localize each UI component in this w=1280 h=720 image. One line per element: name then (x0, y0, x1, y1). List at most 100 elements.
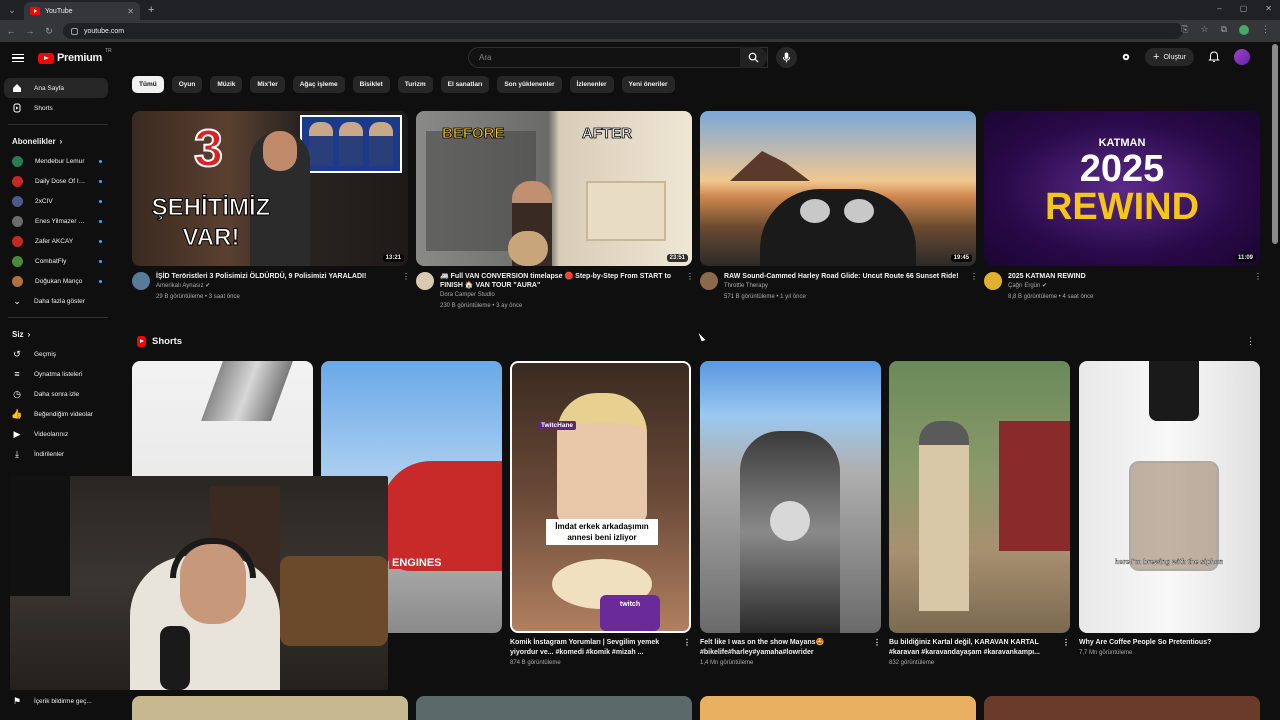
short-title[interactable]: Why Are Coffee People So Pretentious? (1079, 638, 1260, 648)
install-app-icon[interactable]: ⎘ (1181, 24, 1188, 35)
video-card[interactable]: KATMAN 2025 REWIND 11:09 2025 KATMAN REW… (984, 111, 1262, 303)
video-title[interactable]: 2025 KATMAN REWIND (1008, 272, 1248, 281)
channel-avatar[interactable] (984, 272, 1002, 290)
short-card[interactable]: Felt like I was on the show Mayans🤩 #bik… (700, 361, 881, 666)
back-icon[interactable]: ← (3, 26, 19, 36)
sidebar-item-home[interactable]: Ana Sayfa (4, 78, 108, 98)
browser-menu-icon[interactable]: ⋮ (1261, 24, 1270, 35)
chip-10[interactable]: Yeni öneriler (621, 76, 675, 93)
sidebar-item-like[interactable]: 👍 Beğendiğim videolar (4, 404, 108, 424)
video-card[interactable]: 3 ŞEHİTİMİZ VAR! 13:21 İŞİD Teröristleri… (132, 111, 410, 303)
subscription-item[interactable]: 2xCIV (4, 191, 108, 211)
more-options-icon[interactable]: ⋮ (402, 272, 410, 303)
sidebar-item-shorts[interactable]: Shorts (4, 98, 108, 118)
short-thumbnail[interactable]: here I'm brewing with the siphon (1079, 361, 1260, 633)
channel-name[interactable]: Çağrı Ergün (1008, 283, 1040, 289)
create-button[interactable]: + Oluştur (1145, 48, 1194, 66)
gear-icon[interactable] (1121, 52, 1131, 62)
address-bar[interactable]: youtube.com (63, 23, 1183, 39)
short-title[interactable]: Felt like I was on the show Mayans🤩 #bik… (700, 638, 881, 658)
more-options-icon[interactable]: ⋮ (1254, 272, 1262, 303)
extensions-icon[interactable]: ⧉ (1221, 24, 1227, 35)
more-options-icon[interactable]: ⋮ (683, 638, 691, 648)
short-thumbnail[interactable]: TwitcHane İmdat erkek arkadaşımın annesi… (510, 361, 691, 633)
channel-avatar[interactable] (700, 272, 718, 290)
more-options-icon[interactable]: ⋮ (686, 272, 694, 312)
forward-icon[interactable]: → (22, 26, 38, 36)
video-thumbnail-partial[interactable] (132, 696, 408, 720)
channel-name[interactable]: Throttle Therapy (724, 281, 964, 292)
search-input[interactable]: Ara (468, 47, 768, 68)
browser-profile-icon[interactable] (1239, 24, 1249, 35)
more-options-icon[interactable]: ⋮ (873, 638, 881, 648)
video-thumbnail[interactable]: KATMAN 2025 REWIND 11:09 (984, 111, 1260, 266)
channel-name[interactable]: Amerikalı Aynasız (156, 283, 204, 289)
subscription-item[interactable]: CombatFly (4, 251, 108, 271)
short-title[interactable]: Komik İnstagram Yorumları | Sevgilim yem… (510, 638, 691, 658)
browser-tab[interactable]: YouTube ✕ (24, 2, 140, 20)
more-options-icon[interactable]: ⋮ (1062, 638, 1070, 648)
chip-2[interactable]: Müzik (210, 76, 243, 93)
subscription-item[interactable]: Zafer AKCAY (4, 231, 108, 251)
subscription-item[interactable]: Daily Dose Of Int... (4, 171, 108, 191)
sidebar-item-playlist[interactable]: ≡ Oynatma listeleri (4, 364, 108, 384)
channel-avatar[interactable] (132, 272, 150, 290)
sidebar-item-history[interactable]: ↺ Geçmiş (4, 344, 108, 364)
notifications-bell-icon[interactable] (1208, 51, 1220, 63)
close-window-icon[interactable]: ✕ (1265, 4, 1272, 13)
sidebar-item-download[interactable]: ⤓ İndirilenler (4, 444, 108, 464)
subscription-item[interactable]: Enes Yilmazer Türki... (4, 211, 108, 231)
you-header[interactable]: Siz › (0, 324, 116, 344)
subscription-item[interactable]: Mendebur Lemur (4, 151, 108, 171)
short-card[interactable]: here I'm brewing with the siphon Why Are… (1079, 361, 1260, 656)
short-thumbnail[interactable] (889, 361, 1070, 633)
video-thumbnail[interactable]: 3 ŞEHİTİMİZ VAR! 13:21 (132, 111, 408, 266)
minimize-icon[interactable]: – (1217, 4, 1221, 13)
site-info-icon[interactable] (71, 27, 78, 35)
chip-4[interactable]: Ağaç işleme (292, 76, 345, 93)
chip-1[interactable]: Oyun (171, 76, 203, 93)
tab-search-icon[interactable]: ⌄ (4, 2, 20, 18)
video-thumbnail-partial[interactable] (416, 696, 692, 720)
video-title[interactable]: İŞİD Teröristleri 3 Polisimizi ÖLDÜRDÜ, … (156, 272, 396, 281)
chip-8[interactable]: Son yüklenenler (497, 76, 562, 93)
video-thumbnail[interactable]: BEFORE AFTER 23:51 (416, 111, 692, 266)
video-thumbnail-partial[interactable] (984, 696, 1260, 720)
more-options-icon[interactable]: ⋮ (970, 272, 978, 303)
short-title[interactable]: Bu bildiğiniz Kartal değil, KARAVAN KART… (889, 638, 1070, 658)
sidebar-item-watch-later[interactable]: ◷ Daha sonra izle (4, 384, 108, 404)
subscription-item[interactable]: Doğukan Manço (4, 271, 108, 291)
new-tab-icon[interactable]: + (148, 4, 154, 16)
video-title[interactable]: RAW Sound-Cammed Harley Road Glide: Uncu… (724, 272, 964, 281)
menu-icon[interactable] (12, 53, 24, 63)
video-thumbnail-partial[interactable] (700, 696, 976, 720)
account-avatar[interactable] (1234, 49, 1250, 65)
video-thumbnail[interactable]: 19:45 (700, 111, 976, 266)
video-card[interactable]: BEFORE AFTER 23:51 🚐 Full VAN CONVERSION… (416, 111, 694, 312)
channel-avatar[interactable] (416, 272, 434, 290)
bookmark-star-icon[interactable]: ☆ (1200, 24, 1208, 35)
reload-icon[interactable]: ↻ (41, 26, 57, 37)
chip-7[interactable]: El sanatları (440, 76, 490, 93)
sidebar-item-report-history[interactable]: ⚑ İçerik bildirme geç... (4, 692, 112, 710)
chip-9[interactable]: İzlenenler (569, 76, 614, 93)
show-more-button[interactable]: ⌄ Daha fazla göster (4, 291, 108, 311)
subscriptions-header[interactable]: Abonelikler › (0, 131, 116, 151)
chip-0[interactable]: Tümü (132, 76, 164, 93)
chip-3[interactable]: Mix'ler (250, 76, 285, 93)
short-card[interactable]: TwitcHane İmdat erkek arkadaşımın annesi… (510, 361, 691, 666)
channel-name[interactable]: Dora Camper Studio (440, 290, 680, 301)
shorts-more-options-icon[interactable]: ⋮ (1246, 336, 1255, 347)
search-button[interactable] (740, 47, 767, 68)
youtube-logo[interactable]: Premium TR (38, 48, 112, 64)
chip-5[interactable]: Bisiklet (352, 76, 390, 93)
sidebar-item-your-videos[interactable]: ▶ Videolarınız (4, 424, 108, 444)
tab-close-icon[interactable]: ✕ (127, 7, 134, 16)
maximize-icon[interactable]: ▢ (1240, 4, 1248, 13)
short-card[interactable]: Bu bildiğiniz Kartal değil, KARAVAN KART… (889, 361, 1070, 666)
chip-6[interactable]: Turizm (397, 76, 433, 93)
short-thumbnail[interactable] (700, 361, 881, 633)
voice-search-button[interactable] (776, 47, 797, 68)
video-title[interactable]: 🚐 Full VAN CONVERSION timelapse 🛑 Step-b… (440, 272, 680, 290)
page-scrollbar[interactable] (1272, 44, 1278, 244)
